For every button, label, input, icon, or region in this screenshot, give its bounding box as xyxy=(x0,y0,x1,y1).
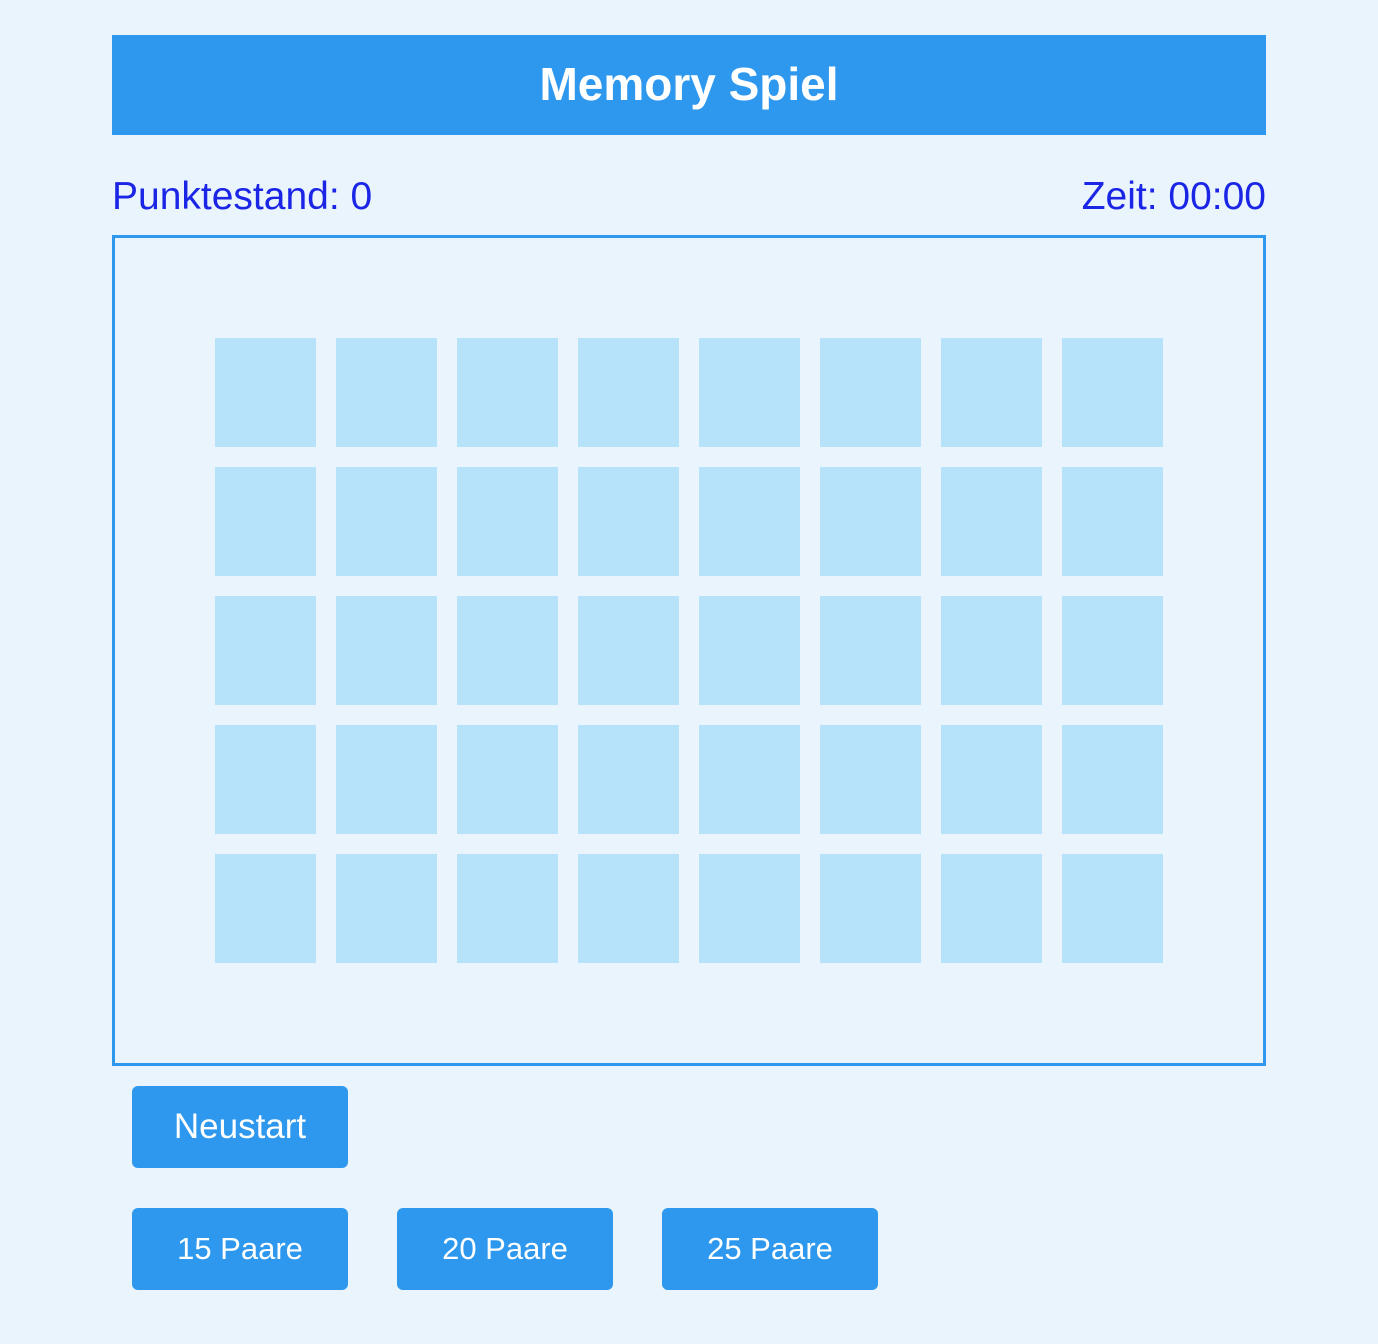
memory-card[interactable] xyxy=(1062,467,1163,576)
memory-card[interactable] xyxy=(457,854,558,963)
memory-card[interactable] xyxy=(699,338,800,447)
restart-button[interactable]: Neustart xyxy=(132,1086,348,1168)
memory-card[interactable] xyxy=(699,467,800,576)
memory-card[interactable] xyxy=(941,854,1042,963)
memory-card[interactable] xyxy=(578,596,679,705)
memory-card[interactable] xyxy=(699,854,800,963)
memory-card[interactable] xyxy=(578,725,679,834)
memory-card[interactable] xyxy=(941,725,1042,834)
memory-card[interactable] xyxy=(699,725,800,834)
pairs-25-button[interactable]: 25 Paare xyxy=(662,1208,878,1290)
memory-card[interactable] xyxy=(1062,725,1163,834)
memory-card[interactable] xyxy=(336,467,437,576)
memory-card[interactable] xyxy=(336,725,437,834)
pairs-15-button[interactable]: 15 Paare xyxy=(132,1208,348,1290)
memory-card[interactable] xyxy=(820,338,921,447)
memory-card[interactable] xyxy=(215,596,316,705)
memory-card[interactable] xyxy=(457,338,558,447)
memory-card[interactable] xyxy=(941,596,1042,705)
memory-card[interactable] xyxy=(820,725,921,834)
memory-card[interactable] xyxy=(215,338,316,447)
memory-card[interactable] xyxy=(457,725,558,834)
status-bar: Punktestand: 0 Zeit: 00:00 xyxy=(112,172,1266,222)
memory-card[interactable] xyxy=(1062,596,1163,705)
page-title: Memory Spiel xyxy=(539,58,839,110)
score-display: Punktestand: 0 xyxy=(112,175,373,218)
memory-card[interactable] xyxy=(820,854,921,963)
memory-card[interactable] xyxy=(457,467,558,576)
memory-card[interactable] xyxy=(578,854,679,963)
memory-card[interactable] xyxy=(820,467,921,576)
memory-card[interactable] xyxy=(457,596,558,705)
timer-display: Zeit: 00:00 xyxy=(1081,175,1266,218)
memory-card[interactable] xyxy=(215,467,316,576)
memory-card[interactable] xyxy=(1062,338,1163,447)
memory-card[interactable] xyxy=(336,854,437,963)
game-board xyxy=(112,235,1266,1066)
memory-card[interactable] xyxy=(578,338,679,447)
memory-card[interactable] xyxy=(941,467,1042,576)
title-bar: Memory Spiel xyxy=(112,35,1266,135)
memory-card[interactable] xyxy=(941,338,1042,447)
pairs-20-button[interactable]: 20 Paare xyxy=(397,1208,613,1290)
memory-card[interactable] xyxy=(215,854,316,963)
memory-card[interactable] xyxy=(578,467,679,576)
memory-card[interactable] xyxy=(336,338,437,447)
memory-card[interactable] xyxy=(699,596,800,705)
card-grid xyxy=(215,338,1163,963)
memory-card[interactable] xyxy=(336,596,437,705)
memory-card[interactable] xyxy=(215,725,316,834)
memory-card[interactable] xyxy=(820,596,921,705)
memory-card[interactable] xyxy=(1062,854,1163,963)
